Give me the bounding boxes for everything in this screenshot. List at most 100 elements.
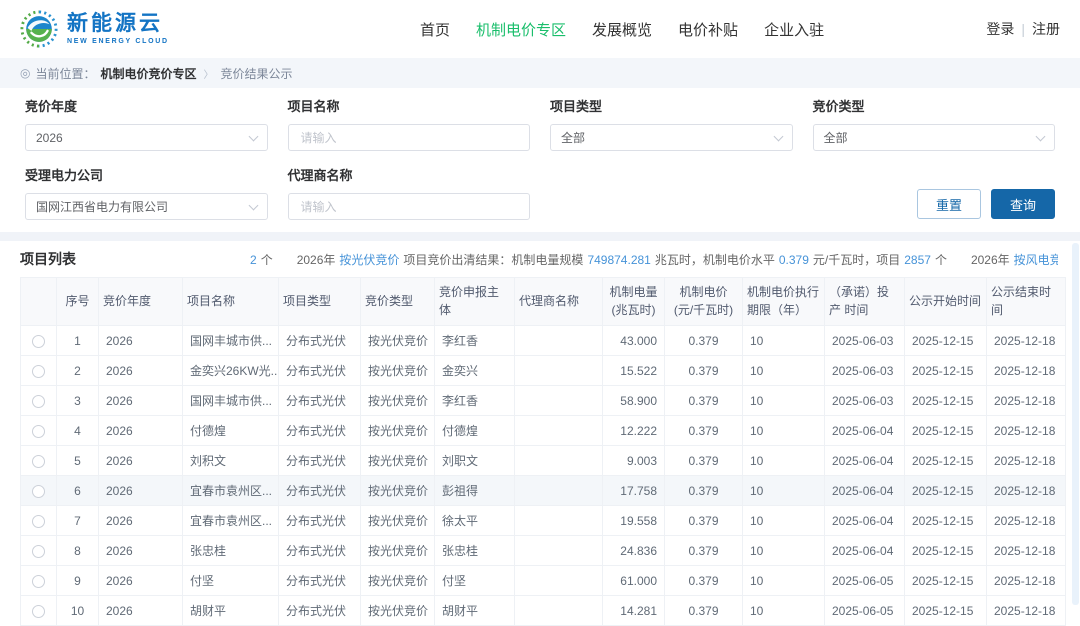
cell-btype: 按光伏竞价 <box>361 446 435 476</box>
auth-links: 登录 | 注册 <box>986 19 1060 39</box>
column-header-agent: 代理商名称 <box>515 278 603 326</box>
cell-prod: 2025-06-03 <box>825 326 905 356</box>
cell-ptype: 分布式光伏 <box>279 416 361 446</box>
cell-term: 10 <box>743 596 825 626</box>
nav-item-mechanism-price-zone[interactable]: 机制电价专区 <box>476 19 566 40</box>
cell-applicant: 付德煌 <box>435 416 515 446</box>
table-row[interactable]: 82026张忠桂分布式光伏按光伏竞价张忠桂24.8360.379102025-0… <box>21 536 1066 566</box>
select-column-header <box>21 278 57 326</box>
cell-term: 10 <box>743 566 825 596</box>
cell-pub_end: 2025-12-18 <box>987 596 1066 626</box>
cell-seq: 10 <box>57 596 99 626</box>
wind-bid-link[interactable]: 按风电竞价 <box>1014 253 1058 267</box>
power-company-select[interactable]: 国网江西省电力有限公司 <box>25 193 268 220</box>
row-select-radio[interactable] <box>32 425 45 438</box>
cell-pub_end: 2025-12-18 <box>987 446 1066 476</box>
login-link[interactable]: 登录 <box>986 19 1014 39</box>
chevron-down-icon <box>1036 131 1046 141</box>
reset-button[interactable]: 重置 <box>917 189 981 219</box>
table-header-row: 序号竞价年度项目名称项目类型竞价类型竞价申报主体代理商名称机制电量 (兆瓦时)机… <box>21 278 1066 326</box>
nav-item-price-subsidy[interactable]: 电价补贴 <box>678 19 738 40</box>
cell-pub_start: 2025-12-15 <box>905 506 987 536</box>
table-row[interactable]: 62026宜春市袁州区...分布式光伏按光伏竞价彭祖得17.7580.37910… <box>21 476 1066 506</box>
cell-name: 宜春市袁州区... <box>183 476 279 506</box>
page-scrollbar[interactable] <box>1072 243 1079 605</box>
project-list-section: 项目列表 2个2026年按光伏竞价项目竞价出清结果：机制电量规模749874.2… <box>0 241 1080 626</box>
cell-seq: 9 <box>57 566 99 596</box>
breadcrumb-section[interactable]: 机制电价竞价专区 <box>101 65 197 82</box>
section-divider <box>0 232 1080 241</box>
agent-name-label: 代理商名称 <box>288 165 531 184</box>
table-row[interactable]: 32026国网丰城市供...分布式光伏按光伏竞价李红香58.9000.37910… <box>21 386 1066 416</box>
project-type-select[interactable]: 全部 <box>550 124 793 151</box>
table-row[interactable]: 92026付坚分布式光伏按光伏竞价付坚61.0000.379102025-06-… <box>21 566 1066 596</box>
cell-btype: 按光伏竞价 <box>361 476 435 506</box>
row-select-radio[interactable] <box>32 395 45 408</box>
ticker-solar-text1: 项目竞价出清结果：机制电量规模 <box>403 253 583 267</box>
cell-term: 10 <box>743 446 825 476</box>
bid-type-value: 全部 <box>824 129 848 146</box>
chevron-down-icon <box>248 131 258 141</box>
register-link[interactable]: 注册 <box>1032 19 1060 39</box>
nav-item-home[interactable]: 首页 <box>420 19 450 40</box>
cell-applicant: 彭祖得 <box>435 476 515 506</box>
field-bid-type: 竞价类型 全部 <box>813 90 1056 151</box>
row-select-radio[interactable] <box>32 455 45 468</box>
cell-applicant: 李红香 <box>435 386 515 416</box>
cell-ptype: 分布式光伏 <box>279 536 361 566</box>
cell-seq: 8 <box>57 536 99 566</box>
cell-prod: 2025-06-04 <box>825 536 905 566</box>
solar-bid-link[interactable]: 按光伏竞价 <box>339 253 399 267</box>
row-select-radio[interactable] <box>32 365 45 378</box>
cell-applicant: 李红香 <box>435 326 515 356</box>
brand-logo[interactable]: 新能源云 NEW ENERGY CLOUD <box>20 10 169 48</box>
bid-type-select[interactable]: 全部 <box>813 124 1056 151</box>
cell-term: 10 <box>743 386 825 416</box>
query-button[interactable]: 查询 <box>991 189 1055 219</box>
cell-btype: 按光伏竞价 <box>361 536 435 566</box>
table-row[interactable]: 22026金奕兴26KW光...分布式光伏按光伏竞价金奕兴15.5220.379… <box>21 356 1066 386</box>
cell-year: 2026 <box>99 356 183 386</box>
table-row[interactable]: 12026国网丰城市供...分布式光伏按光伏竞价李红香43.0000.37910… <box>21 326 1066 356</box>
chevron-right-icon: 〉 <box>204 66 214 81</box>
cell-energy: 14.281 <box>603 596 665 626</box>
cell-year: 2026 <box>99 446 183 476</box>
row-select-radio[interactable] <box>32 545 45 558</box>
column-header-btype: 竞价类型 <box>361 278 435 326</box>
row-select-radio[interactable] <box>32 335 45 348</box>
ticker-head-count: 2 <box>250 253 257 267</box>
cell-energy: 43.000 <box>603 326 665 356</box>
table-row[interactable]: 42026付德煌分布式光伏按光伏竞价付德煌12.2220.379102025-0… <box>21 416 1066 446</box>
bid-year-select[interactable]: 2026 <box>25 124 268 151</box>
cell-select <box>21 416 57 446</box>
cell-energy: 24.836 <box>603 536 665 566</box>
project-name-input[interactable] <box>299 130 520 146</box>
nav-item-development-overview[interactable]: 发展概览 <box>592 19 652 40</box>
cell-select <box>21 386 57 416</box>
filter-panel: 竞价年度 2026 项目名称 项目类型 全部 竞价类型 全部 <box>0 88 1080 232</box>
ticker-solar-text3: 元/千瓦时，项目 <box>813 253 900 267</box>
brand-name-en: NEW ENERGY CLOUD <box>67 38 169 45</box>
cell-btype: 按光伏竞价 <box>361 566 435 596</box>
nav-item-enterprise-entry[interactable]: 企业入驻 <box>764 19 824 40</box>
agent-name-input[interactable] <box>299 199 520 215</box>
cell-pub_start: 2025-12-15 <box>905 446 987 476</box>
header: 新能源云 NEW ENERGY CLOUD 首页 机制电价专区 发展概览 电价补… <box>0 0 1080 58</box>
cell-pub_start: 2025-12-15 <box>905 596 987 626</box>
cell-prod: 2025-06-04 <box>825 506 905 536</box>
cell-prod: 2025-06-03 <box>825 356 905 386</box>
cell-price: 0.379 <box>665 596 743 626</box>
ticker-solar-year: 2026年 <box>297 253 336 267</box>
row-select-radio[interactable] <box>32 485 45 498</box>
cell-ptype: 分布式光伏 <box>279 386 361 416</box>
ticker-solar-text2: 兆瓦时，机制电价水平 <box>655 253 775 267</box>
table-row[interactable]: 102026胡财平分布式光伏按光伏竞价胡财平14.2810.379102025-… <box>21 596 1066 626</box>
table-row[interactable]: 52026刘积文分布式光伏按光伏竞价刘职文9.0030.379102025-06… <box>21 446 1066 476</box>
clearing-result-ticker: 2个2026年按光伏竞价项目竞价出清结果：机制电量规模749874.281兆瓦时… <box>250 251 1058 268</box>
new-energy-cloud-icon <box>20 10 58 48</box>
row-select-radio[interactable] <box>32 575 45 588</box>
cell-price: 0.379 <box>665 536 743 566</box>
row-select-radio[interactable] <box>32 605 45 618</box>
row-select-radio[interactable] <box>32 515 45 528</box>
table-row[interactable]: 72026宜春市袁州区...分布式光伏按光伏竞价徐太平19.5580.37910… <box>21 506 1066 536</box>
